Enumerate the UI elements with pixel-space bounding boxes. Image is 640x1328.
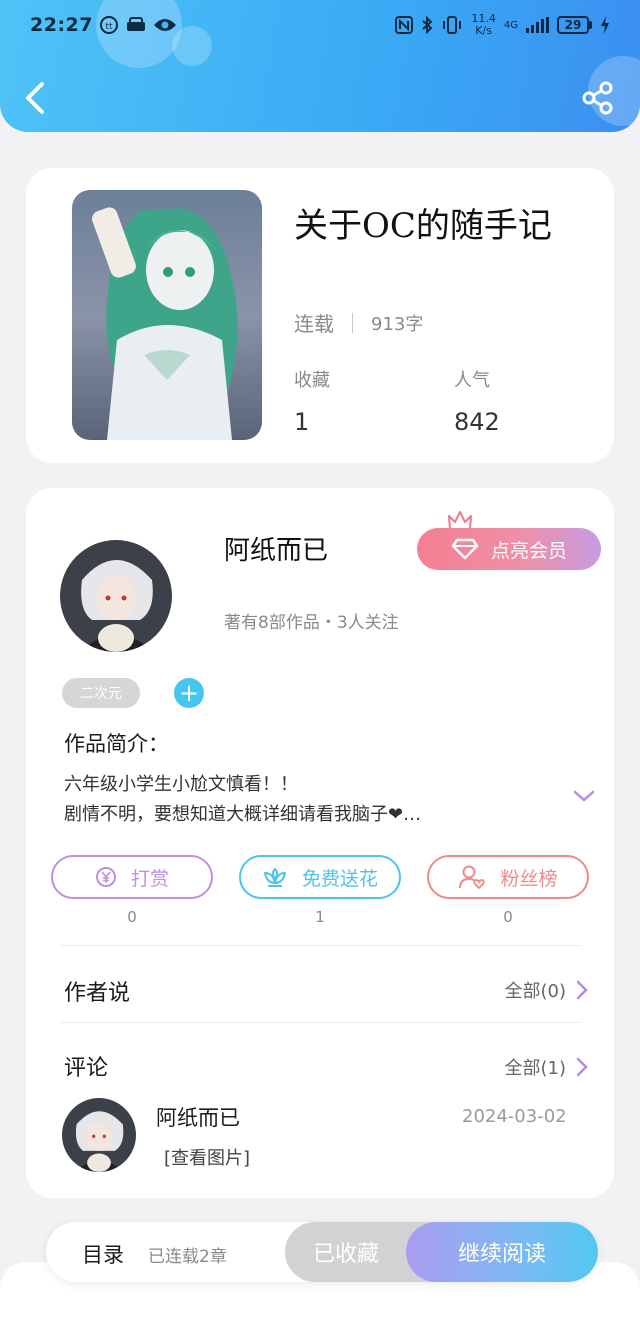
book-title: 关于OC的随手记	[294, 206, 552, 246]
plus-icon: +	[178, 679, 200, 707]
tip-button-label: 打赏	[130, 867, 169, 890]
add-tag-button[interactable]: +	[174, 678, 204, 708]
car-icon	[125, 16, 147, 34]
comments-all-link[interactable]: 全部(1)	[505, 1054, 589, 1080]
popularity-label: 人气	[454, 370, 490, 391]
genre-tag[interactable]: 二次元	[62, 678, 140, 708]
chevron-right-icon	[576, 980, 588, 1000]
flower-icon	[263, 868, 286, 887]
fan-count: 0	[503, 908, 513, 926]
send-flower-button[interactable]: 免费送花	[239, 855, 401, 899]
back-arrow-icon	[26, 82, 44, 114]
intro-line: 六年级小学生小尬文慎看！！	[64, 774, 298, 795]
vip-button[interactable]: 点亮会员	[417, 510, 601, 570]
status-bar: 22:27 tt 11.4 K/s 4G 29	[0, 0, 640, 50]
network-speed: 11.4 K/s	[471, 13, 496, 37]
share-button[interactable]	[580, 80, 616, 116]
charging-icon	[600, 16, 610, 34]
tip-button[interactable]: 打赏	[51, 855, 213, 899]
author-stats: 著有8部作品・3人关注	[224, 613, 399, 633]
popularity-value: 842	[454, 408, 500, 436]
divider	[60, 1022, 582, 1023]
top-header: 22:27 tt 11.4 K/s 4G 29	[0, 0, 640, 132]
signal-icon	[526, 17, 549, 33]
comments-title: 评论	[64, 1056, 109, 1081]
divider	[60, 945, 582, 946]
favorites-label: 收藏	[294, 370, 330, 391]
fan-ranking-button[interactable]: 粉丝榜	[427, 855, 589, 899]
book-status: 连载	[294, 312, 334, 336]
speed-unit: K/s	[475, 24, 492, 37]
toc-button[interactable]: 目录	[82, 1239, 124, 1269]
yen-coin-icon	[95, 867, 116, 887]
collected-button-label: 已收藏	[313, 1242, 380, 1267]
book-info-card: 关于OC的随手记 连载 913字 收藏 1 人气 842	[26, 168, 614, 463]
author-name[interactable]: 阿纸而已	[224, 530, 328, 567]
author-avatar[interactable]	[60, 540, 172, 652]
svg-text:tt: tt	[105, 22, 113, 32]
comment-image-link[interactable]: [查看图片]	[164, 1144, 250, 1170]
battery-level: 29	[557, 16, 589, 34]
expand-intro-button[interactable]	[572, 788, 596, 804]
book-cover-image[interactable]	[72, 190, 262, 440]
flower-count: 1	[315, 908, 325, 926]
book-meta: 连载 913字	[294, 308, 423, 337]
comment-user-name[interactable]: 阿纸而已	[156, 1102, 240, 1132]
nfc-icon	[395, 16, 414, 34]
intro-line: 剧情不明，要想知道大概详细请看我脑子❤…	[64, 804, 422, 825]
status-time: 22:27	[30, 14, 93, 36]
chevron-down-icon	[573, 790, 595, 802]
meta-divider	[352, 312, 353, 333]
notification-icon: tt	[99, 15, 119, 35]
author-says-title: 作者说	[64, 981, 131, 1006]
vip-button-label: 点亮会员	[490, 539, 567, 562]
favorites-value: 1	[294, 408, 310, 436]
author-says-all-link[interactable]: 全部(0)	[505, 977, 589, 1003]
fan-user-icon	[459, 865, 486, 890]
author-says-all-label: 全部(0)	[504, 981, 567, 1002]
popularity-stat: 人气 842	[454, 366, 500, 436]
tip-count: 0	[127, 908, 137, 926]
battery-icon: 29	[557, 16, 592, 34]
back-button[interactable]	[20, 78, 52, 118]
intro-title: 作品简介：	[64, 732, 169, 756]
comment-date: 2024-03-02	[462, 1106, 567, 1127]
comments-all-label: 全部(1)	[504, 1058, 567, 1079]
chevron-right-icon	[576, 1057, 588, 1077]
continue-reading-label: 继续阅读	[457, 1242, 546, 1267]
intro-text: 六年级小学生小尬文慎看！！ 剧情不明，要想知道大概详细请看我脑子❤…	[64, 770, 564, 830]
send-flower-button-label: 免费送花	[301, 867, 378, 890]
toc-chapter-count: 已连载2章	[148, 1247, 227, 1267]
fan-ranking-button-label: 粉丝榜	[500, 867, 558, 890]
share-icon	[582, 81, 613, 115]
eye-icon	[153, 17, 177, 33]
bluetooth-icon	[421, 16, 433, 34]
signal-label: 4G	[503, 19, 518, 31]
diamond-icon	[451, 538, 479, 560]
favorites-stat: 收藏 1	[294, 366, 330, 436]
bottom-action-bar: 目录 已连载2章 已收藏 继续阅读	[46, 1222, 598, 1282]
vibrate-icon	[441, 16, 463, 34]
book-word-count: 913字	[371, 313, 424, 335]
continue-reading-button[interactable]: 继续阅读	[406, 1222, 598, 1282]
comment-avatar[interactable]	[62, 1098, 136, 1172]
author-card: 阿纸而已 著有8部作品・3人关注 点亮会员 二次元 + 作品简介： 六年级小学生…	[26, 488, 614, 1198]
